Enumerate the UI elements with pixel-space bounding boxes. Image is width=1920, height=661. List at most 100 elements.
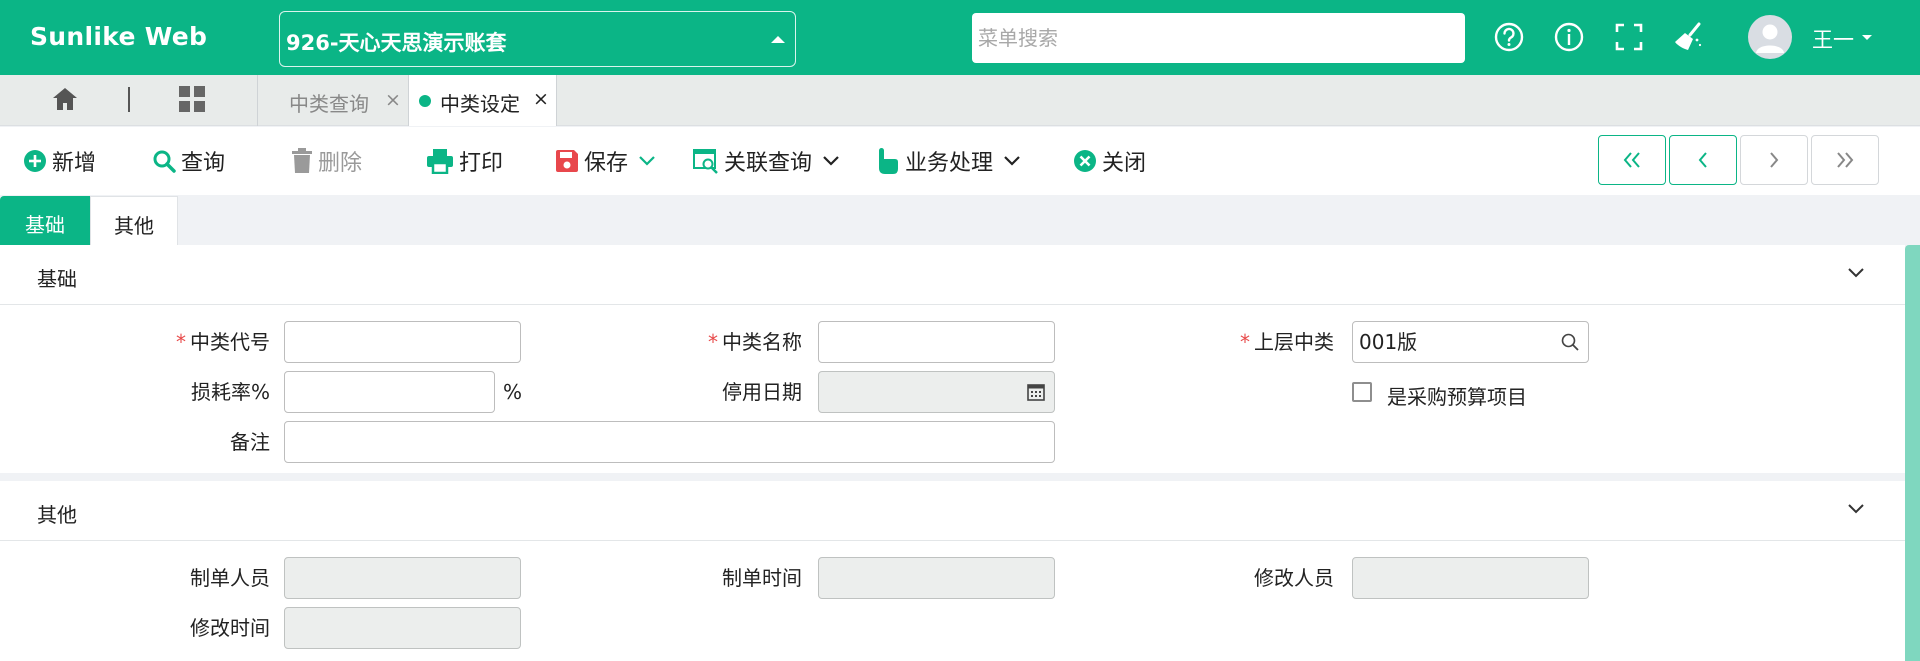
menu-search-input[interactable]	[972, 13, 1465, 63]
user-icon	[1756, 24, 1784, 53]
active-dot-icon	[419, 95, 431, 107]
tab-middle-category-query[interactable]: 中类查询 ×	[289, 75, 401, 126]
related-query-button[interactable]: 关联查询	[693, 145, 845, 177]
parent-input-value: 001版	[1359, 330, 1418, 354]
purchase-budget-checkbox[interactable]	[1352, 382, 1372, 402]
required-mark: *	[708, 330, 718, 354]
divider	[257, 75, 258, 126]
fullscreen-icon[interactable]	[1612, 20, 1646, 54]
app-header: Sunlike Web 926-天心天思演示账套 王一	[0, 0, 1920, 75]
search-icon[interactable]	[1560, 332, 1580, 352]
business-process-button-label: 业务处理	[905, 151, 994, 176]
chevron-down-icon[interactable]	[1847, 503, 1865, 515]
print-button-label: 打印	[459, 151, 504, 176]
create-time-label: 制单时间	[722, 566, 802, 590]
account-select-value: 926-天心天思演示账套	[286, 31, 507, 55]
floppy-disk-icon	[556, 150, 578, 172]
parent-label: * 上层中类	[1240, 330, 1334, 354]
other-section-header[interactable]: 其他	[0, 481, 1905, 541]
required-mark: *	[176, 330, 186, 354]
chevron-right-icon	[1770, 152, 1779, 168]
query-button-label: 查询	[181, 151, 226, 176]
trash-icon	[292, 148, 312, 173]
chevron-down-icon[interactable]	[822, 155, 840, 167]
purchase-budget-label: 是采购预算项目	[1387, 385, 1527, 409]
modify-time-input	[284, 607, 521, 649]
business-process-button[interactable]: 业务处理	[876, 145, 1026, 177]
plus-circle-icon	[24, 150, 46, 172]
create-time-input	[818, 557, 1055, 599]
other-section: 其他 制单人员 制单时间 修改人员 修改时间	[0, 481, 1905, 661]
broom-icon[interactable]	[1672, 20, 1706, 54]
form-tab-other[interactable]: 其他	[90, 196, 178, 245]
scrollbar[interactable]	[1905, 245, 1920, 661]
creator-label: 制单人员	[190, 566, 270, 590]
page-tab-bar: 中类查询 × 中类设定 ×	[0, 75, 1920, 126]
avatar[interactable]	[1748, 15, 1792, 59]
username[interactable]: 王一	[1812, 24, 1854, 54]
toolbar: 新增 查询 删除 打印 保存 关联查询 业务处理 关闭	[0, 127, 1920, 195]
close-button[interactable]: 关闭	[1073, 145, 1146, 177]
search-icon	[153, 150, 176, 173]
tab-label: 中类设定	[440, 92, 520, 116]
chevron-double-right-icon	[1837, 152, 1854, 168]
chevron-double-left-icon	[1623, 152, 1640, 168]
help-circle-icon[interactable]	[1492, 20, 1526, 54]
related-query-button-label: 关联查询	[724, 151, 813, 176]
tab-middle-category-setup[interactable]: 中类设定 ×	[408, 75, 557, 126]
save-button[interactable]: 保存	[555, 145, 661, 177]
chevron-down-icon[interactable]	[1003, 155, 1021, 167]
divider	[128, 87, 130, 112]
close-icon[interactable]: ×	[533, 88, 549, 110]
section-title: 其他	[37, 503, 77, 527]
home-icon[interactable]	[51, 85, 79, 113]
chevron-down-icon[interactable]	[1847, 267, 1865, 279]
name-input[interactable]	[818, 321, 1055, 363]
close-button-label: 关闭	[1102, 151, 1147, 176]
brand-logo: Sunlike Web	[30, 22, 208, 51]
printer-icon	[427, 149, 453, 174]
calendar-icon[interactable]	[1026, 382, 1046, 402]
previous-record-button[interactable]	[1669, 135, 1737, 185]
loss-rate-label: 损耗率%	[190, 380, 270, 404]
section-title: 基础	[37, 267, 77, 291]
first-record-button[interactable]	[1598, 135, 1666, 185]
close-circle-icon	[1074, 150, 1096, 172]
stop-date-label: 停用日期	[722, 380, 802, 404]
hand-pointer-icon	[879, 148, 898, 174]
tab-label: 中类查询	[289, 92, 369, 116]
new-button-label: 新增	[52, 151, 97, 176]
last-record-button[interactable]	[1811, 135, 1879, 185]
remark-label: 备注	[230, 430, 270, 454]
print-button[interactable]: 打印	[426, 145, 503, 177]
name-label: * 中类名称	[708, 330, 802, 354]
loss-rate-input[interactable]	[284, 371, 495, 413]
chevron-down-icon[interactable]	[638, 155, 656, 167]
form-tab-basic[interactable]: 基础	[0, 196, 90, 245]
window-search-icon	[693, 149, 718, 174]
close-icon[interactable]: ×	[385, 89, 401, 111]
grid-icon[interactable]	[178, 85, 206, 113]
modifier-input	[1352, 557, 1589, 599]
info-circle-icon[interactable]	[1552, 20, 1586, 54]
code-input[interactable]	[284, 321, 521, 363]
creator-input	[284, 557, 521, 599]
modify-time-label: 修改时间	[190, 616, 270, 640]
modifier-label: 修改人员	[1254, 566, 1334, 590]
new-button[interactable]: 新增	[23, 145, 96, 177]
stop-date-input[interactable]	[818, 371, 1055, 413]
required-mark: *	[1240, 330, 1250, 354]
remark-input[interactable]	[284, 421, 1055, 463]
caret-down-icon[interactable]	[1862, 35, 1872, 40]
code-label: * 中类代号	[176, 330, 270, 354]
query-button[interactable]: 查询	[152, 145, 225, 177]
account-select[interactable]: 926-天心天思演示账套	[279, 11, 796, 67]
caret-up-icon	[771, 36, 785, 43]
basic-section: 基础 * 中类代号 * 中类名称 * 上层中类 001版 损耗率% % 停用日期 是采…	[0, 245, 1905, 473]
next-record-button[interactable]	[1740, 135, 1808, 185]
delete-button[interactable]: 删除	[291, 145, 362, 177]
basic-section-header[interactable]: 基础	[0, 245, 1905, 305]
parent-input[interactable]: 001版	[1352, 321, 1589, 363]
percent-unit: %	[503, 380, 523, 404]
chevron-left-icon	[1698, 152, 1707, 168]
